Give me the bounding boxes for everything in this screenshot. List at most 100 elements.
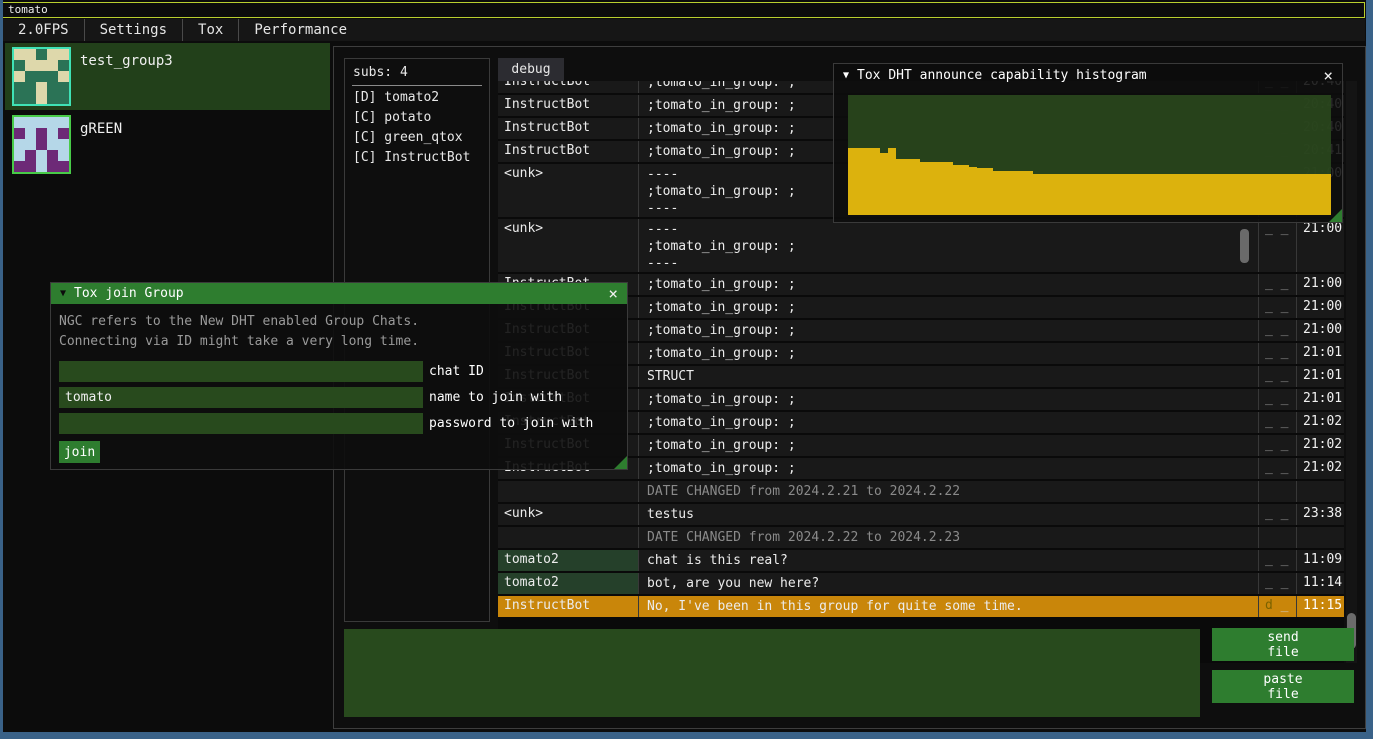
member-green-qtox[interactable]: [C] green_qtox (345, 126, 489, 146)
histogram-bar (1089, 174, 1097, 215)
close-icon[interactable]: × (1323, 68, 1333, 84)
histogram-bar (937, 162, 945, 215)
window-title: tomato (8, 3, 48, 16)
join-password-input[interactable] (59, 413, 423, 434)
histogram-bar (1210, 174, 1218, 215)
join-window-title: Tox join Group (74, 286, 608, 301)
histogram-bar (1041, 174, 1049, 215)
message-status: _ _ (1258, 435, 1296, 456)
histogram-bar (1299, 174, 1307, 215)
message-status: _ _ (1258, 343, 1296, 364)
histogram-bar (1130, 174, 1138, 215)
message-text: DATE CHANGED from 2024.2.21 to 2024.2.22 (638, 481, 1258, 502)
resize-grip[interactable] (1329, 209, 1342, 222)
histogram-bar (1017, 171, 1025, 215)
message-status: _ _ (1258, 573, 1296, 594)
message-timestamp: 21:00 (1296, 219, 1344, 272)
message-status: _ _ (1258, 320, 1296, 341)
group-name: test_group3 (80, 53, 173, 69)
sidebar-item-green[interactable]: gREEN (5, 111, 330, 178)
member-potato[interactable]: [C] potato (345, 106, 489, 126)
sender-name: tomato2 (498, 573, 638, 594)
paste-file-button[interactable]: paste file (1212, 670, 1354, 703)
message-timestamp: 21:01 (1296, 343, 1344, 364)
histogram-bar (1234, 174, 1242, 215)
histogram-bar (1106, 174, 1114, 215)
histogram-bar (1001, 171, 1009, 215)
send-file-button[interactable]: send file (1212, 628, 1354, 661)
collapse-arrow-icon[interactable]: ▼ (60, 288, 66, 299)
message-timestamp: 23:38 (1296, 504, 1344, 525)
histogram-bar (1218, 174, 1226, 215)
sender-name: <unk> (498, 219, 638, 272)
histogram-bar (1009, 171, 1017, 215)
histogram-bar (1097, 174, 1105, 215)
message-text: ;tomato_in_group: ; (638, 389, 1258, 410)
menu-performance[interactable]: Performance (239, 19, 362, 41)
histogram-bar (977, 168, 985, 215)
menu-bar: 2.0FPS Settings Tox Performance (3, 19, 1365, 41)
message-timestamp: 21:00 (1296, 320, 1344, 341)
fps-counter: 2.0FPS (3, 19, 85, 41)
histogram-bar (1025, 171, 1033, 215)
dht-capability-histogram (848, 95, 1331, 215)
tab-debug[interactable]: debug (498, 58, 564, 81)
chat-id-input[interactable] (59, 361, 423, 382)
message-scrollbar-thumb[interactable] (1240, 229, 1249, 263)
message-timestamp (1296, 527, 1344, 548)
join-window-titlebar[interactable]: ▼ Tox join Group × (51, 283, 627, 304)
member-tomato2[interactable]: [D] tomato2 (345, 86, 489, 106)
histogram-bar (1065, 174, 1073, 215)
app-root: tomato 2.0FPS Settings Tox Performance t… (0, 0, 1373, 739)
histogram-bar (1266, 174, 1274, 215)
message-text: ;tomato_in_group: ; (638, 320, 1258, 341)
histogram-bar (1057, 174, 1065, 215)
chat-scrollbar[interactable] (1346, 81, 1357, 663)
histogram-bar (920, 162, 928, 215)
collapse-arrow-icon[interactable]: ▼ (843, 70, 849, 81)
histogram-bar (1194, 174, 1202, 215)
resize-grip[interactable] (614, 456, 627, 469)
window-titlebar[interactable]: tomato (2, 2, 1365, 18)
message-timestamp (1296, 481, 1344, 502)
menu-tox[interactable]: Tox (183, 19, 239, 41)
join-description-line2: Connecting via ID might take a very long… (59, 332, 627, 352)
histogram-bar (961, 165, 969, 215)
histogram-bar (864, 148, 872, 215)
chat-row: <unk>testus_ _23:38 (498, 504, 1344, 525)
histogram-bar (856, 148, 864, 215)
message-text: bot, are you new here? (638, 573, 1258, 594)
close-icon[interactable]: × (608, 286, 618, 302)
member-instructbot[interactable]: [C] InstructBot (345, 146, 489, 166)
sender-name: InstructBot (498, 118, 638, 139)
sender-name: InstructBot (498, 81, 638, 93)
sidebar-item-test-group3[interactable]: test_group3 (5, 43, 330, 110)
message-timestamp: 21:01 (1296, 389, 1344, 410)
message-status: _ _ (1258, 274, 1296, 295)
join-name-input[interactable] (59, 387, 423, 408)
group-avatar (12, 47, 71, 106)
subs-count: subs: 4 (345, 59, 489, 85)
message-status: _ _ (1258, 458, 1296, 479)
join-button[interactable]: join (59, 441, 100, 463)
sender-name: InstructBot (498, 141, 638, 162)
histogram-bar (912, 159, 920, 215)
histogram-bar (1202, 174, 1210, 215)
menu-settings[interactable]: Settings (85, 19, 183, 41)
histogram-bar (880, 153, 888, 215)
sender-name: InstructBot (498, 596, 638, 617)
histogram-bar (1291, 174, 1299, 215)
sender-name: <unk> (498, 504, 638, 525)
sender-name: InstructBot (498, 95, 638, 116)
group-name: gREEN (80, 121, 122, 137)
histogram-bar (1186, 174, 1194, 215)
histogram-window-titlebar[interactable]: ▼ Tox DHT announce capability histogram … (834, 64, 1342, 87)
histogram-bar (953, 165, 961, 215)
chat-row: tomato2chat is this real?_ _11:09 (498, 550, 1344, 571)
message-status: _ _ (1258, 366, 1296, 387)
chat-row: InstructBotNo, I've been in this group f… (498, 596, 1344, 617)
histogram-bar (904, 159, 912, 215)
message-input[interactable] (344, 629, 1200, 717)
message-status: d _ (1258, 596, 1296, 617)
chat-row: <unk>---- ;tomato_in_group: ; ----_ _21:… (498, 219, 1344, 272)
